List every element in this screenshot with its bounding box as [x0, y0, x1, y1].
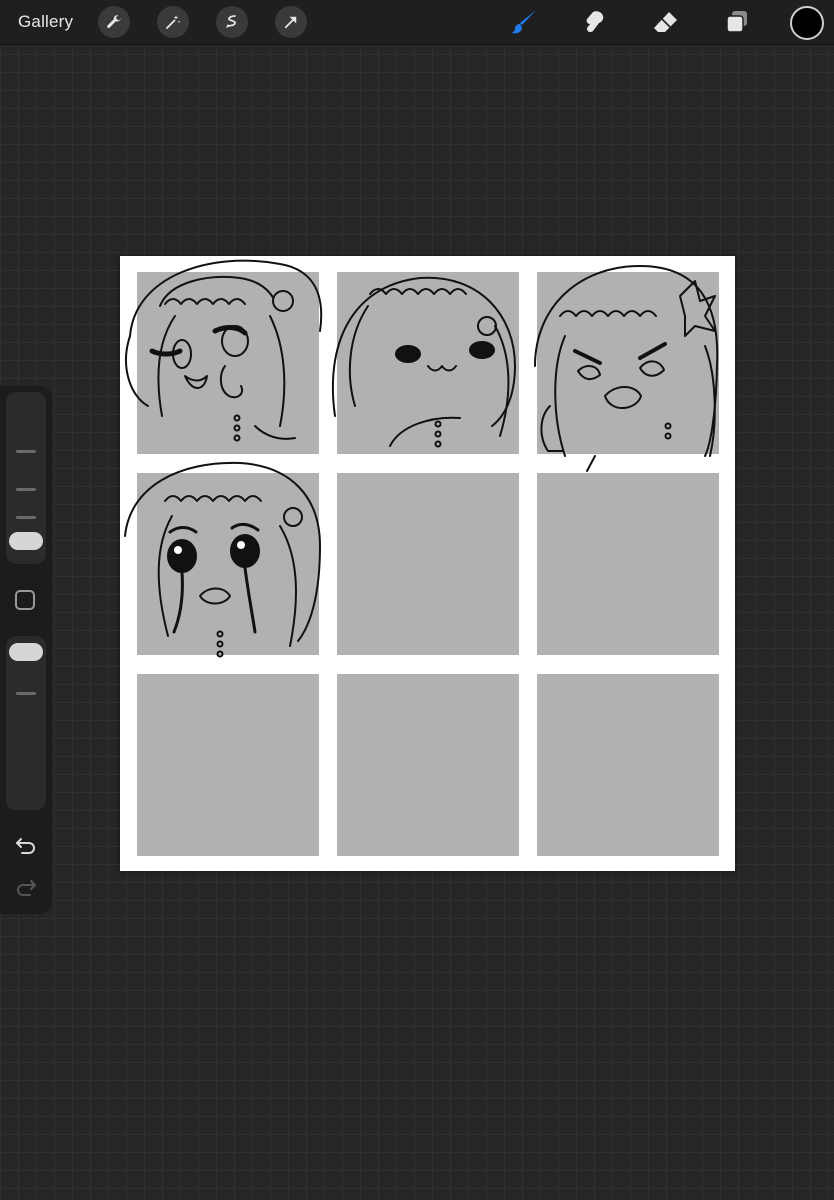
smudge-tool-button[interactable]	[579, 6, 611, 38]
transform-button[interactable]	[275, 6, 307, 38]
undo-arrow-icon	[16, 838, 35, 854]
redo-button[interactable]	[13, 876, 39, 898]
layers-icon	[726, 11, 747, 33]
undo-button[interactable]	[13, 834, 39, 856]
actions-button[interactable]	[98, 6, 130, 38]
square-icon[interactable]	[15, 590, 35, 610]
paint-tool-button[interactable]	[508, 6, 540, 38]
opacity-thumb[interactable]	[9, 643, 43, 661]
slider-tick	[16, 488, 36, 491]
character-sketch-crying	[124, 461, 321, 658]
magic-wand-icon	[166, 15, 181, 29]
layers-button[interactable]	[721, 6, 753, 38]
brush-size-thumb[interactable]	[9, 532, 43, 550]
slider-tick	[16, 450, 36, 453]
transform-arrow-icon	[284, 16, 297, 29]
selection-icon	[226, 15, 236, 28]
slider-tick	[16, 516, 36, 519]
redo-arrow-icon	[17, 880, 36, 896]
brush-size-slider[interactable]	[6, 392, 46, 564]
side-panel	[0, 386, 52, 914]
selection-button[interactable]	[216, 6, 248, 38]
opacity-slider[interactable]	[6, 636, 46, 810]
eraser-icon	[654, 12, 677, 32]
wrench-icon	[107, 15, 122, 28]
color-picker-button[interactable]	[790, 6, 824, 40]
top-toolbar: Gallery	[0, 0, 834, 44]
eraser-tool-button[interactable]	[650, 6, 682, 38]
adjustments-button[interactable]	[157, 6, 189, 38]
smudge-icon	[586, 11, 604, 33]
drawing-canvas[interactable]	[120, 256, 735, 871]
brush-icon	[512, 10, 536, 34]
slider-tick	[16, 692, 36, 695]
gallery-button[interactable]: Gallery	[18, 12, 73, 32]
